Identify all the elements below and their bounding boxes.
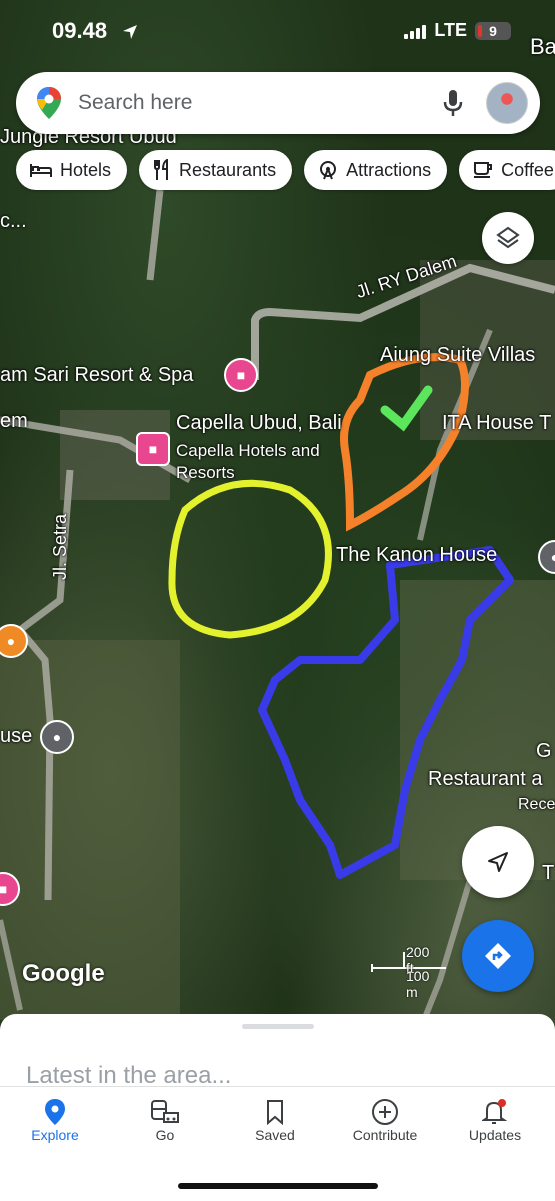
explore-pin-icon [45, 1099, 65, 1125]
layers-icon [496, 226, 520, 249]
nav-label: Updates [468, 1127, 522, 1143]
add-circle-icon [372, 1099, 398, 1125]
nav-updates[interactable]: Updates [440, 1097, 550, 1143]
navigation-arrow-icon [488, 852, 508, 872]
nav-saved[interactable]: Saved [220, 1097, 330, 1143]
ferris-wheel-icon [318, 160, 338, 180]
car-bus-icon [151, 1100, 179, 1123]
map-label[interactable]: c... [0, 210, 27, 233]
map-label[interactable]: The Kanon House [336, 544, 497, 567]
chip-label: Restaurants [179, 159, 277, 180]
search-input[interactable]: Search here [78, 91, 442, 115]
nav-label: Saved [255, 1127, 295, 1143]
nav-contribute[interactable]: Contribute [330, 1097, 440, 1143]
layers-button[interactable] [482, 212, 534, 264]
chip-attractions[interactable]: Attractions [304, 150, 448, 190]
search-bar[interactable]: Search here [16, 72, 540, 134]
chip-restaurants[interactable]: Restaurants [139, 150, 293, 190]
signal-icon [404, 23, 427, 39]
my-location-button[interactable] [462, 826, 534, 898]
google-maps-pin-icon [37, 87, 61, 119]
nav-label: Contribute [352, 1127, 418, 1143]
chip-label: Hotels [60, 159, 112, 180]
microphone-icon[interactable] [442, 88, 464, 118]
category-chips: Hotels Restaurants Attractions Coffee [16, 150, 555, 190]
map-label[interactable]: am Sari Resort & Spa [0, 364, 193, 387]
nav-label: Explore [31, 1127, 79, 1143]
home-indicator [178, 1183, 378, 1189]
map-sublabel: Capella Hotels and Resorts [176, 441, 320, 482]
chip-coffee[interactable]: Coffee [459, 150, 555, 190]
status-time: 09.48 [52, 18, 108, 43]
google-attribution: Google [22, 960, 105, 987]
chip-hotels[interactable]: Hotels [16, 150, 128, 190]
map-label[interactable]: Capella Ubud, Bali [176, 412, 342, 435]
map-sublabel: Rece [518, 796, 555, 813]
scale-m: 100 m [406, 968, 430, 1000]
map-label[interactable]: Restaurant a [428, 768, 543, 791]
sheet-drag-handle[interactable] [242, 1024, 314, 1029]
directions-icon [485, 943, 511, 969]
coffee-cup-icon [473, 161, 493, 179]
map-label[interactable]: em [0, 410, 28, 433]
network-type: LTE [434, 20, 467, 40]
map-label[interactable]: Aiung Suite Villas [380, 344, 535, 367]
fork-knife-icon [153, 159, 171, 181]
battery-level: 9 [489, 22, 497, 39]
map-label[interactable]: G [536, 740, 552, 763]
chip-label: Coffee [501, 159, 554, 180]
battery-icon: 9 [475, 21, 511, 40]
hotel-pin-icon[interactable]: ■ [136, 432, 170, 466]
nav-explore[interactable]: Explore [0, 1097, 110, 1143]
chip-label: Attractions [346, 159, 432, 180]
bed-icon [30, 162, 52, 178]
road-label: Jl. Setra [50, 513, 70, 580]
hotel-pin-icon[interactable]: ■ [224, 358, 258, 392]
nav-label: Go [155, 1127, 175, 1143]
map-label[interactable]: T [542, 862, 554, 885]
bell-icon [482, 1099, 508, 1124]
map-label[interactable]: ITA House T [442, 412, 551, 435]
yellow-circle-annotation [168, 479, 332, 639]
place-pin-icon[interactable]: ● [40, 720, 74, 754]
directions-button[interactable] [462, 920, 534, 992]
bookmark-icon [267, 1100, 283, 1125]
avatar[interactable] [486, 82, 528, 124]
map-label[interactable]: use [0, 725, 32, 748]
location-arrow-icon [123, 25, 137, 39]
status-bar: 09.48 LTE 9 [0, 0, 555, 66]
nav-go[interactable]: Go [110, 1097, 220, 1143]
